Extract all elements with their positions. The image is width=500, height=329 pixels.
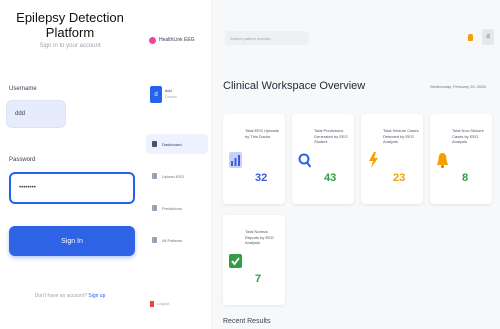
logout-icon xyxy=(150,301,154,307)
user-name: ddd xyxy=(165,88,172,93)
stat-card-eeg-uploads: Total EEG Uploads by This Doctor 32 xyxy=(223,114,285,204)
predictions-icon xyxy=(152,205,157,211)
sign-in-button[interactable]: Sign In xyxy=(9,226,135,256)
app-root: Epilepsy Detection Platform Sign in to y… xyxy=(0,0,500,329)
stat-card-non-seizure-cases: Total Non-Seizure Cases by EEG Analysis … xyxy=(430,114,492,204)
card-value: 32 xyxy=(255,172,268,184)
sidebar-item-label: Upload EEG xyxy=(162,173,185,179)
main-content: Search patient records... d Clinical Wor… xyxy=(212,0,500,329)
brand-logo-icon xyxy=(149,37,156,44)
username-label: Username xyxy=(9,86,37,92)
page-title: Clinical Workspace Overview xyxy=(223,80,366,92)
upload-icon xyxy=(152,173,157,179)
sidebar-item-label: Predictions xyxy=(162,205,182,211)
patients-icon xyxy=(152,237,157,243)
avatar: d xyxy=(150,86,162,103)
card-title: Total Predictions Generated by EEG Studi… xyxy=(314,128,348,144)
lightning-icon xyxy=(369,152,378,168)
stat-card-predictions: Total Predictions Generated by EEG Studi… xyxy=(292,114,354,204)
login-subtitle: Sign in to your account xyxy=(39,43,101,49)
login-panel: Epilepsy Detection Platform Sign in to y… xyxy=(0,0,140,329)
password-field[interactable]: •••••••• xyxy=(9,172,135,204)
stat-card-normal-reports: Total Normal Reports by EEG Analysis 7 xyxy=(223,215,285,305)
sidebar: HealthLink EEG d ddd Doctor Dashboard Up… xyxy=(140,0,212,329)
card-title: Total Normal Reports by EEG Analysis xyxy=(245,229,274,245)
signup-text: Don't have an account? xyxy=(34,293,88,299)
user-profile: d ddd Doctor xyxy=(146,80,206,108)
logout-button[interactable]: Logout xyxy=(150,301,169,307)
magnifier-icon xyxy=(298,153,311,168)
bell-icon xyxy=(437,153,448,168)
sidebar-item-label: Dashboard xyxy=(162,141,182,147)
signup-prompt: Don't have an account? Sign up xyxy=(0,293,140,299)
dashboard-icon xyxy=(152,141,157,147)
password-value: •••••••• xyxy=(19,185,36,191)
card-title: Total EEG Uploads by This Doctor xyxy=(245,128,279,139)
user-role: Doctor xyxy=(165,94,177,99)
sidebar-item-dashboard[interactable]: Dashboard xyxy=(146,134,208,154)
username-field[interactable]: ddd xyxy=(6,100,66,128)
card-value: 8 xyxy=(462,172,469,184)
card-title: Total Non-Seizure Cases by EEG Analysis xyxy=(452,128,484,144)
card-value: 43 xyxy=(324,172,337,184)
username-value: ddd xyxy=(15,111,26,117)
sidebar-item-all-patients[interactable]: All Patients xyxy=(146,230,208,250)
sidebar-item-upload-eeg[interactable]: Upload EEG xyxy=(146,166,208,186)
card-title: Total Seizure Cases Detected by EEG Anal… xyxy=(383,128,419,144)
eeg-chart-icon xyxy=(229,152,242,168)
recent-results-heading: Recent Results xyxy=(223,318,271,325)
brand-name: HealthLink EEG xyxy=(159,37,195,43)
sidebar-item-label: All Patients xyxy=(162,237,183,243)
signup-link[interactable]: Sign up xyxy=(88,293,105,299)
search-input[interactable]: Search patient records... xyxy=(225,31,309,45)
stat-card-seizure-cases: Total Seizure Cases Detected by EEG Anal… xyxy=(361,114,423,204)
login-title: Epilepsy Detection Platform xyxy=(16,10,124,40)
notification-bell-icon[interactable] xyxy=(468,34,473,41)
logout-label: Logout xyxy=(157,301,170,307)
sidebar-item-predictions[interactable]: Predictions xyxy=(146,198,208,218)
card-value: 23 xyxy=(393,172,406,184)
page-date: Wednesday, February 25, 2026 xyxy=(430,84,486,89)
card-value: 7 xyxy=(255,273,262,285)
password-label: Password xyxy=(9,157,36,163)
check-icon xyxy=(229,254,242,268)
top-avatar[interactable]: d xyxy=(482,29,494,45)
